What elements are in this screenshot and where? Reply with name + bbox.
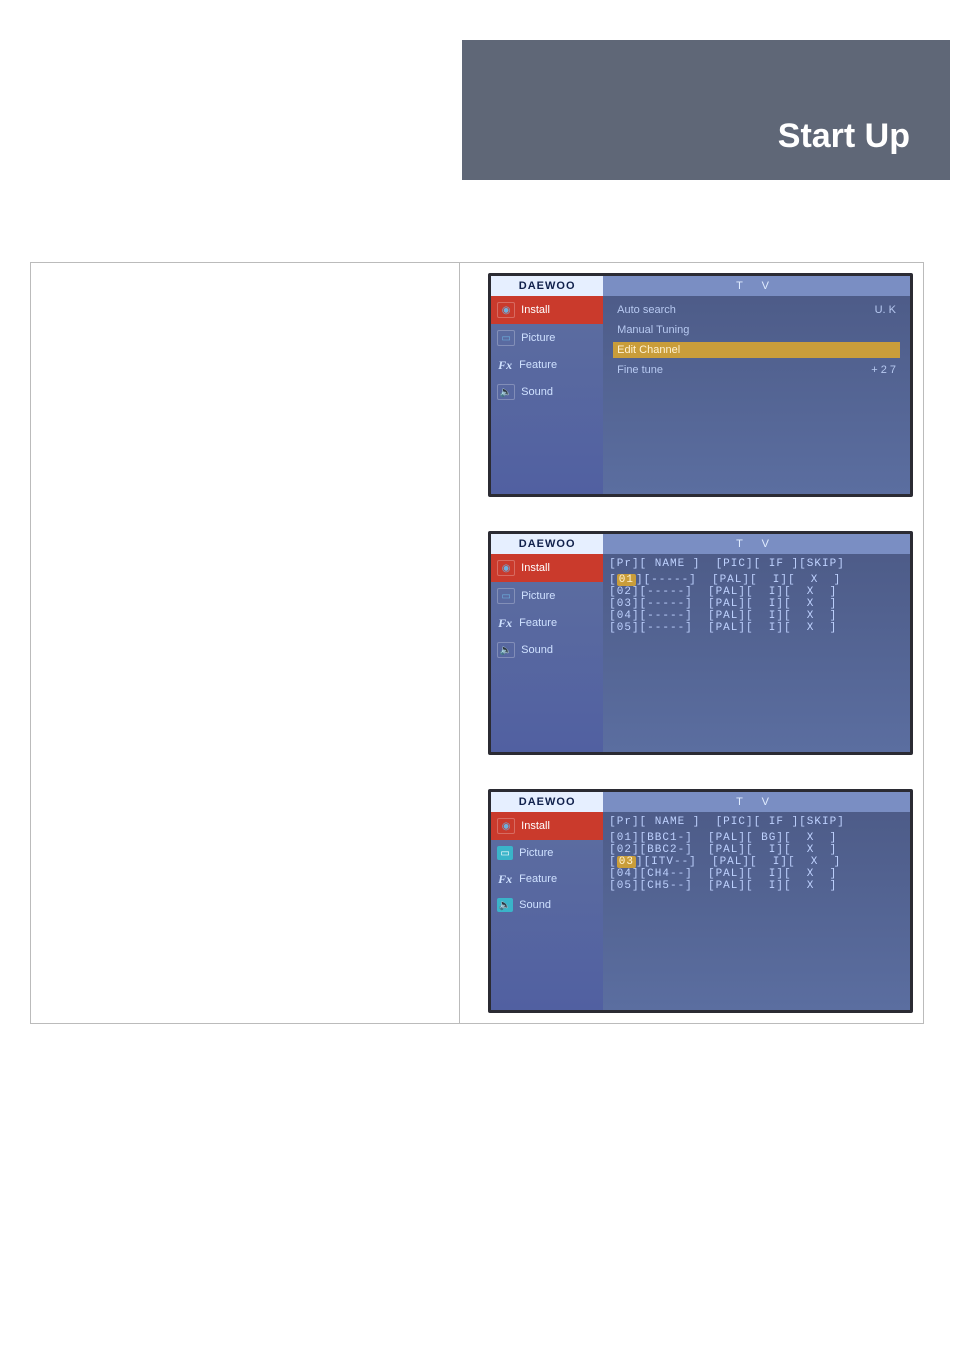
sidebar-item-picture[interactable]: ▭ Picture (491, 840, 603, 866)
channel-row[interactable]: [01][-----] [PAL][ I][ X ] (609, 574, 904, 586)
menu-item-fine-tune[interactable]: Fine tune + 2 7 (613, 362, 900, 378)
picture-icon: ▭ (497, 330, 515, 346)
osd-sidebar: DAEWOO ◉ Install ▭ Picture Fx Feature 🔈 … (491, 276, 603, 494)
tv-screenshot-install-menu: DAEWOO ◉ Install ▭ Picture Fx Feature 🔈 … (488, 273, 913, 497)
sidebar-item-feature[interactable]: Fx Feature (491, 610, 603, 636)
content-table: DAEWOO ◉ Install ▭ Picture Fx Feature 🔈 … (30, 262, 924, 1024)
sidebar-item-install[interactable]: ◉ Install (491, 554, 603, 582)
picture-icon: ▭ (497, 588, 515, 604)
sidebar-item-label: Install (521, 562, 550, 574)
sidebar-item-label: Feature (519, 359, 557, 371)
sidebar-item-label: Picture (521, 590, 555, 602)
channel-row[interactable]: [05][-----] [PAL][ I][ X ] (609, 622, 904, 634)
osd-main: T V [Pr][ NAME ] [PIC][ IF ][SKIP] [01][… (603, 792, 910, 1010)
sidebar-item-install[interactable]: ◉ Install (491, 812, 603, 840)
feature-icon: Fx (497, 358, 513, 372)
sidebar-item-label: Sound (519, 899, 551, 911)
edit-channel-label: Edit Channel (617, 344, 680, 356)
sound-icon: 🔈 (497, 384, 515, 400)
sidebar-item-sound[interactable]: 🔈 Sound (491, 636, 603, 664)
manual-tuning-label: Manual Tuning (617, 324, 689, 336)
install-submenu: Auto search U. K Manual Tuning Edit Chan… (603, 296, 910, 384)
tv-screenshot-channel-named: DAEWOO ◉ Install ▭ Picture Fx Feature 🔈 … (488, 789, 913, 1013)
sidebar-item-label: Feature (519, 617, 557, 629)
channel-table: [Pr][ NAME ] [PIC][ IF ][SKIP] [01][BBC1… (603, 812, 910, 896)
sidebar-item-label: Picture (521, 332, 555, 344)
sidebar-item-sound[interactable]: 🔈 Sound (491, 892, 603, 918)
sidebar-item-picture[interactable]: ▭ Picture (491, 582, 603, 610)
channel-row[interactable]: [03][ITV--] [PAL][ I][ X ] (609, 856, 904, 868)
auto-search-label: Auto search (617, 304, 676, 316)
channel-row[interactable]: [04][-----] [PAL][ I][ X ] (609, 610, 904, 622)
channel-row[interactable]: [02][BBC2-] [PAL][ I][ X ] (609, 844, 904, 856)
channel-row[interactable]: [02][-----] [PAL][ I][ X ] (609, 586, 904, 598)
tv-screenshot-channel-blank: DAEWOO ◉ Install ▭ Picture Fx Feature 🔈 … (488, 531, 913, 755)
auto-search-value: U. K (875, 304, 896, 316)
channel-table-header: [Pr][ NAME ] [PIC][ IF ][SKIP] (609, 558, 904, 570)
sidebar-item-label: Picture (519, 847, 553, 859)
sidebar-item-install[interactable]: ◉ Install (491, 296, 603, 324)
sidebar-item-feature[interactable]: Fx Feature (491, 866, 603, 892)
channel-row[interactable]: [04][CH4--] [PAL][ I][ X ] (609, 868, 904, 880)
right-column: DAEWOO ◉ Install ▭ Picture Fx Feature 🔈 … (459, 263, 923, 1023)
picture-icon: ▭ (497, 846, 513, 860)
install-icon: ◉ (497, 302, 515, 318)
osd-main: T V [Pr][ NAME ] [PIC][ IF ][SKIP] [01][… (603, 534, 910, 752)
osd-main: T V Auto search U. K Manual Tuning Edit … (603, 276, 910, 494)
osd-heading: T V (603, 534, 910, 554)
install-icon: ◉ (497, 560, 515, 576)
sidebar-item-label: Sound (521, 386, 553, 398)
page-title-band: Start Up (462, 40, 950, 180)
sound-icon: 🔈 (497, 642, 515, 658)
page-title: Start Up (778, 117, 910, 156)
sidebar-item-label: Install (521, 820, 550, 832)
osd-sidebar: DAEWOO ◉ Install ▭ Picture Fx Feature 🔈 … (491, 792, 603, 1010)
sidebar-item-feature[interactable]: Fx Feature (491, 352, 603, 378)
sidebar-item-label: Install (521, 304, 550, 316)
install-icon: ◉ (497, 818, 515, 834)
osd-heading: T V (603, 792, 910, 812)
brand-label: DAEWOO (491, 276, 603, 296)
channel-row[interactable]: [01][BBC1-] [PAL][ BG][ X ] (609, 832, 904, 844)
menu-item-auto-search[interactable]: Auto search U. K (613, 302, 900, 318)
channel-table: [Pr][ NAME ] [PIC][ IF ][SKIP] [01][----… (603, 554, 910, 638)
channel-row[interactable]: [03][-----] [PAL][ I][ X ] (609, 598, 904, 610)
sidebar-item-picture[interactable]: ▭ Picture (491, 324, 603, 352)
fine-tune-value: + 2 7 (871, 364, 896, 376)
channel-row[interactable]: [05][CH5--] [PAL][ I][ X ] (609, 880, 904, 892)
sidebar-item-sound[interactable]: 🔈 Sound (491, 378, 603, 406)
sidebar-item-label: Feature (519, 873, 557, 885)
menu-item-edit-channel[interactable]: Edit Channel (613, 342, 900, 358)
osd-sidebar: DAEWOO ◉ Install ▭ Picture Fx Feature 🔈 … (491, 534, 603, 752)
brand-label: DAEWOO (491, 534, 603, 554)
channel-table-header: [Pr][ NAME ] [PIC][ IF ][SKIP] (609, 816, 904, 828)
feature-icon: Fx (497, 616, 513, 630)
brand-label: DAEWOO (491, 792, 603, 812)
left-column (31, 263, 459, 1023)
sound-icon: 🔈 (497, 898, 513, 912)
feature-icon: Fx (497, 872, 513, 886)
osd-heading: T V (603, 276, 910, 296)
menu-item-manual-tuning[interactable]: Manual Tuning (613, 322, 900, 338)
sidebar-item-label: Sound (521, 644, 553, 656)
fine-tune-label: Fine tune (617, 364, 663, 376)
